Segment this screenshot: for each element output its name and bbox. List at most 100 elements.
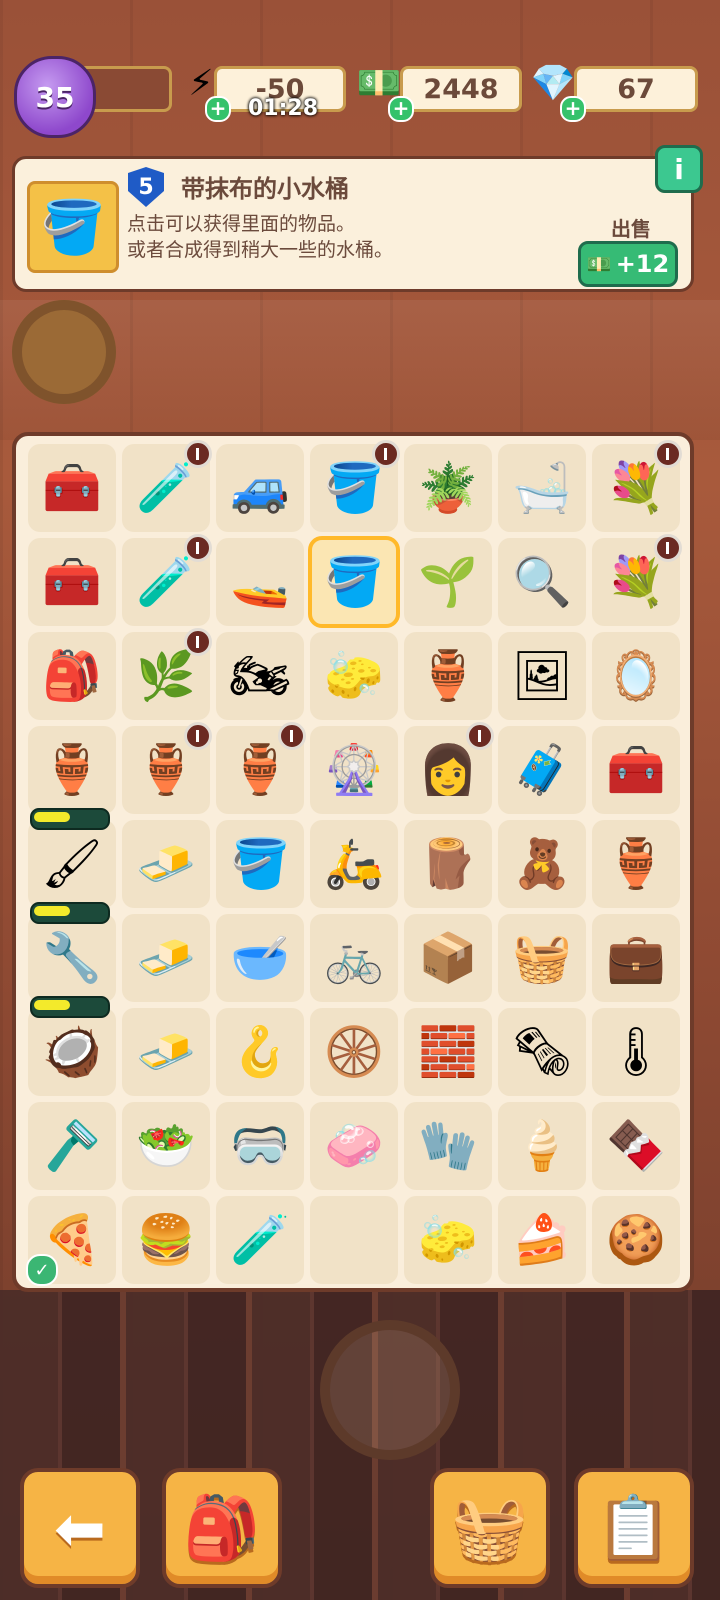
plant-bowl-generator-icon: 🌿	[136, 648, 196, 704]
board-cell-wheels[interactable]: 🛞	[310, 1008, 398, 1096]
board-cell-tongs[interactable]: 🔧	[28, 902, 116, 1002]
board-cell-scooter[interactable]: 🛵	[310, 820, 398, 908]
flower-basket-generator-icon: 💐	[606, 554, 666, 610]
star-medal-decoration	[12, 300, 116, 404]
board-cell-green-glove[interactable]: 🧤	[404, 1102, 492, 1190]
board-cell-first-aid-case[interactable]: 💼	[592, 914, 680, 1002]
cash-counter[interactable]: 2448	[400, 66, 522, 112]
board-cell-hook[interactable]: 🪝	[216, 1008, 304, 1096]
board-cell-ice-cream[interactable]: 🍦	[498, 1102, 586, 1190]
level-badge[interactable]: 35	[14, 56, 96, 138]
board-cell-paper-blocks[interactable]: 📦	[404, 914, 492, 1002]
motorbike-icon: 🏍	[229, 648, 291, 704]
board-cell-soap-bar[interactable]: 🧼	[310, 1102, 398, 1190]
board-cell-plant-bowl-generator[interactable]: 🌿	[122, 628, 212, 720]
board-cell-wood-blocks[interactable]: 🪵	[404, 820, 492, 908]
gems-value: 67	[617, 73, 655, 105]
board-cell-coconut[interactable]: 🥥	[28, 996, 116, 1096]
clipboard-star-icon: 📋	[595, 1491, 673, 1564]
back-button[interactable]: ⬅	[20, 1468, 140, 1588]
board-cell-toolbox-cart[interactable]: 🧰	[28, 444, 116, 532]
board-cell-butter-cube[interactable]: 🧈	[122, 1008, 210, 1096]
board-cell-cloth-sack[interactable]: 🧺	[498, 914, 586, 1002]
board-cell-squeegee[interactable]: 🪒	[28, 1102, 116, 1190]
item-progress-fill	[34, 906, 70, 916]
soap-bar-icon: 🧼	[324, 1118, 384, 1174]
board-cell-tile[interactable]: 🧱	[404, 1008, 492, 1096]
burger-meal-icon: 🍔	[136, 1212, 196, 1268]
item-progress-fill	[34, 1000, 70, 1010]
sell-button[interactable]: 💵 +12	[578, 241, 678, 287]
shop-basket-button[interactable]: 🧺	[430, 1468, 550, 1588]
board-cell-medicine-bottles[interactable]: 🧪	[216, 1196, 304, 1284]
board-cell-plush-toy[interactable]: 🧸	[498, 820, 586, 908]
board-cell-cart-with-jars[interactable]: 🧳	[498, 726, 586, 814]
board-cell-pizza-bag[interactable]: 🍕 ✓	[26, 1196, 116, 1286]
paper-blocks-icon: 📦	[418, 930, 478, 986]
tasks-clipboard-button[interactable]: 📋	[574, 1468, 694, 1588]
board-cell-cloth-stack[interactable]: 🗞	[498, 1008, 586, 1096]
tile-icon: 🧱	[418, 1024, 478, 1080]
board-cell-cleaning-bucket[interactable]: 🧽	[310, 632, 398, 720]
board-cell-white-bag[interactable]: 🎒	[28, 632, 116, 720]
board-cell-green-sponge[interactable]: 🧽	[404, 1196, 492, 1284]
board-cell-vanity-mirror[interactable]: 🪞	[592, 632, 680, 720]
item-description-line2: 或者合成得到稍大一些的水桶。	[127, 239, 394, 261]
board-cell-popsicle[interactable]: 🍫	[592, 1102, 680, 1190]
board-cell-magnifier-set[interactable]: 🔍	[498, 538, 586, 626]
board-cell-small-bowl[interactable]: 🥣	[216, 914, 304, 1002]
board-cell-bathtub[interactable]: 🛁	[498, 444, 586, 532]
board-cell-seedling-pot[interactable]: 🌱	[404, 538, 492, 626]
board-cell-salad-bowl[interactable]: 🥗	[122, 1102, 210, 1190]
board-cell-empty-slot[interactable]	[310, 1196, 398, 1284]
board-cell-soil-pot[interactable]: 🏺	[404, 632, 492, 720]
add-energy-button[interactable]: +	[205, 96, 231, 122]
board-cell-character-generator[interactable]: 👩	[404, 722, 494, 814]
board-cell-flower-basket-generator[interactable]: 💐	[592, 534, 682, 626]
sell-value: +12	[615, 250, 670, 278]
sell-label: 出售	[611, 217, 651, 241]
merge-grid: 🧰 🧪 🚙 🪣 🪴 🛁 💐 🧰 🧪 🚤 🪣 🌱 🔍 💐 🎒 🌿 🏍 🧽 🏺 🖼 🪞 🏺 🏺 🏺 🎡 👩 🧳 🧰 🖌 🧈 🪣 🛵 🪵 🧸 🏺 🔧 🧈 🥣 🚲 📦…	[26, 440, 682, 1286]
board-cell-potted-plant[interactable]: 🪴	[404, 444, 492, 532]
board-cell-butter-cubes[interactable]: 🧈	[122, 820, 210, 908]
board-cell-butter-pair[interactable]: 🧈	[122, 914, 210, 1002]
tongs-icon: 🔧	[42, 930, 102, 986]
board-cell-medical-kit-generator[interactable]: 🧪	[122, 534, 212, 626]
board-cell-thermometer-gun[interactable]: 🌡	[592, 1008, 680, 1096]
board-cell-bicycle[interactable]: 🚲	[310, 914, 398, 1002]
board-cell-vase-generator[interactable]: 🏺	[122, 722, 212, 814]
board-cell-yellow-bucket[interactable]: 🪣	[216, 820, 304, 908]
board-cell-goggles[interactable]: 🥽	[216, 1102, 304, 1190]
generator-timer-icon	[278, 722, 306, 750]
board-cell-cookie-bag[interactable]: 🍪	[592, 1196, 680, 1284]
fan-machine-icon: 🎡	[324, 742, 384, 798]
photo-frame-icon: 🖼	[511, 648, 573, 704]
gems-counter[interactable]: 67	[574, 66, 698, 112]
generator-timer-icon	[654, 440, 682, 468]
board-cell-fan-machine[interactable]: 🎡	[310, 726, 398, 814]
info-button[interactable]: i	[655, 145, 703, 193]
board-cell-paintbrush[interactable]: 🖌	[28, 808, 116, 908]
board-cell-medical-kit-generator[interactable]: 🧪	[122, 440, 212, 532]
board-cell-broken-pot[interactable]: 🏺	[592, 820, 680, 908]
backpack-button[interactable]: 🎒	[162, 1468, 282, 1588]
add-cash-button[interactable]: +	[388, 96, 414, 122]
board-cell-bucket-generator[interactable]: 🪣	[310, 440, 400, 532]
add-gems-button[interactable]: +	[560, 96, 586, 122]
board-cell-burger-meal[interactable]: 🍔	[122, 1196, 210, 1284]
board-cell-strawberry-cake[interactable]: 🍰	[498, 1196, 586, 1284]
info-icon: i	[674, 152, 684, 186]
amphora-generator-icon: 🏺	[230, 742, 290, 798]
board-cell-small-bucket-with-cloth[interactable]: 🪣	[308, 536, 400, 628]
board-cell-vase[interactable]: 🏺	[28, 726, 116, 814]
butter-cubes-icon: 🧈	[136, 836, 196, 892]
board-cell-flower-basket-generator[interactable]: 💐	[592, 440, 682, 532]
board-cell-red-toolbox-small[interactable]: 🧰	[592, 726, 680, 814]
board-cell-photo-frame[interactable]: 🖼	[498, 632, 586, 720]
board-cell-motorbike[interactable]: 🏍	[216, 632, 304, 720]
board-cell-jeep[interactable]: 🚙	[216, 444, 304, 532]
board-cell-red-toolbox[interactable]: 🧰	[28, 538, 116, 626]
jet-ski-icon: 🚤	[230, 554, 290, 610]
board-cell-jet-ski[interactable]: 🚤	[216, 538, 304, 626]
board-cell-amphora-generator[interactable]: 🏺	[216, 722, 306, 814]
